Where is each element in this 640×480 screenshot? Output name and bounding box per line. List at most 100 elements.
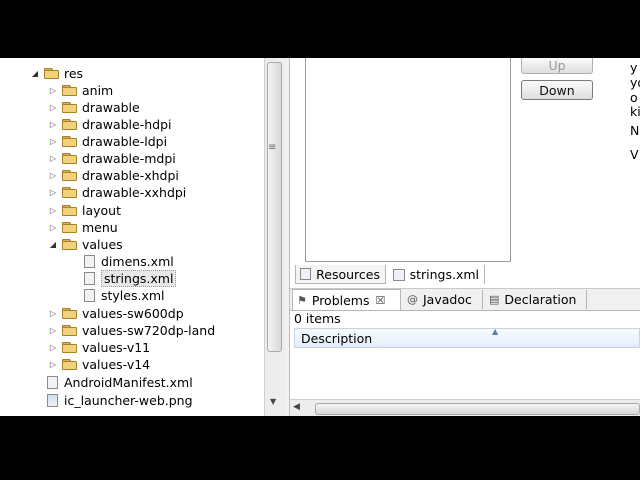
- column-header-label: Description: [301, 331, 373, 346]
- tree-item-label: values: [82, 237, 123, 252]
- expand-arrow-icon[interactable]: ▷: [48, 309, 58, 318]
- description-column-header[interactable]: Description ▲: [294, 327, 640, 348]
- tree-item-res[interactable]: ◢ res: [30, 65, 83, 82]
- description-text-fragment: yo: [630, 75, 640, 90]
- expand-arrow-icon[interactable]: ▷: [48, 206, 58, 215]
- expand-arrow-icon[interactable]: ▷: [48, 154, 58, 163]
- expand-arrow-icon[interactable]: ▷: [48, 171, 58, 180]
- folder-icon: [62, 153, 77, 164]
- tree-item-label: drawable-ldpi: [82, 134, 168, 149]
- folder-icon: [62, 102, 77, 113]
- tree-vertical-scrollbar[interactable]: ≡ ▼: [264, 58, 285, 416]
- image-file-icon: [47, 394, 58, 407]
- tree-item-values-sw720dp-land[interactable]: ▷ values-sw720dp-land: [48, 322, 215, 339]
- xml-file-icon: [84, 255, 95, 268]
- tree-item-drawable-xxhdpi[interactable]: ▷ drawable-xxhdpi: [48, 184, 186, 201]
- expand-arrow-icon[interactable]: ▷: [48, 103, 58, 112]
- xml-file-icon: [393, 268, 405, 281]
- tab-javadoc[interactable]: @ Javadoc: [403, 290, 483, 309]
- problems-view-tab-bar: ⚑ Problems ☒ @ Javadoc ▤ Declaration: [290, 289, 640, 311]
- tree-item-layout[interactable]: ▷ layout: [48, 202, 121, 219]
- tree-item-anim[interactable]: ▷ anim: [48, 82, 113, 99]
- editor-tab-bar: Resources strings.xml: [295, 265, 640, 285]
- resources-element-list[interactable]: [305, 58, 511, 262]
- tab-label: strings.xml: [409, 267, 479, 282]
- tree-item-menu[interactable]: ▷ menu: [48, 219, 118, 236]
- scroll-left-arrow-icon[interactable]: ◀: [293, 402, 300, 412]
- problems-horizontal-scrollbar[interactable]: ◀: [290, 399, 640, 416]
- tree-item-label: values-v11: [82, 340, 151, 355]
- tree-item-label: res: [64, 66, 84, 81]
- tree-item-label-selected: strings.xml: [101, 270, 177, 287]
- collapse-arrow-icon[interactable]: ◢: [30, 69, 40, 78]
- tree-item-label: AndroidManifest.xml: [64, 375, 193, 390]
- tree-item-values[interactable]: ◢ values: [48, 236, 123, 253]
- folder-icon: [44, 68, 59, 79]
- scroll-down-arrow-icon[interactable]: ▼: [270, 397, 276, 406]
- eclipse-window: ◢ res ▷ anim ▷ drawable ▷ drawable-hdpi …: [0, 58, 640, 416]
- tree-item-drawable-hdpi[interactable]: ▷ drawable-hdpi: [48, 116, 172, 133]
- problems-icon: ⚑: [297, 293, 307, 307]
- expand-arrow-icon[interactable]: ▷: [48, 326, 58, 335]
- tree-item-values-v11[interactable]: ▷ values-v11: [48, 339, 150, 356]
- expand-arrow-icon[interactable]: ▷: [48, 360, 58, 369]
- tree-item-drawable-mdpi[interactable]: ▷ drawable-mdpi: [48, 150, 176, 167]
- tree-item-label: drawable-xhdpi: [82, 168, 179, 183]
- tree-item-values-v14[interactable]: ▷ values-v14: [48, 356, 150, 373]
- tree-item-drawable[interactable]: ▷ drawable: [48, 99, 140, 116]
- tab-label: Problems: [311, 292, 370, 308]
- folder-icon: [62, 119, 77, 130]
- folder-icon: [62, 308, 77, 319]
- expand-arrow-icon[interactable]: ▷: [48, 223, 58, 232]
- folder-icon: [62, 85, 77, 96]
- folder-icon: [62, 205, 77, 216]
- scrollbar-thumb[interactable]: [267, 62, 282, 352]
- down-button[interactable]: Down: [521, 80, 593, 100]
- tab-label: Resources: [316, 266, 380, 282]
- tab-problems[interactable]: ⚑ Problems ☒: [292, 289, 401, 310]
- problems-view: ⚑ Problems ☒ @ Javadoc ▤ Declaration 0 i…: [290, 288, 640, 416]
- sort-indicator-icon: ▲: [492, 327, 499, 336]
- tab-label: Javadoc: [423, 292, 472, 307]
- tree-item-styles-xml[interactable]: styles.xml: [82, 287, 165, 304]
- xml-file-icon: [84, 272, 95, 285]
- resources-editor: Up Down y yo o ki N V: [290, 58, 640, 288]
- tree-item-label: values-v14: [82, 357, 151, 372]
- tree-item-drawable-ldpi[interactable]: ▷ drawable-ldpi: [48, 133, 167, 150]
- description-text-fragment: ki: [630, 104, 640, 119]
- close-icon[interactable]: ☒: [376, 294, 386, 307]
- tree-item-strings-xml[interactable]: strings.xml: [82, 270, 177, 287]
- tab-resources[interactable]: Resources: [295, 265, 386, 284]
- resources-icon: [300, 268, 312, 280]
- expand-arrow-icon[interactable]: ▷: [48, 120, 58, 129]
- tree-item-label: anim: [82, 83, 114, 98]
- folder-icon: [62, 187, 77, 198]
- tree-item-label: drawable-xxhdpi: [82, 185, 187, 200]
- tree-item-label: styles.xml: [101, 288, 165, 303]
- tree-item-androidmanifest[interactable]: AndroidManifest.xml: [45, 374, 193, 391]
- sash-grip-icon[interactable]: ≡: [268, 142, 276, 153]
- folder-icon: [62, 136, 77, 147]
- expand-arrow-icon[interactable]: ▷: [48, 343, 58, 352]
- up-button[interactable]: Up: [521, 58, 593, 74]
- tree-item-drawable-xhdpi[interactable]: ▷ drawable-xhdpi: [48, 167, 179, 184]
- expand-arrow-icon[interactable]: ▷: [48, 188, 58, 197]
- javadoc-icon: @: [407, 293, 418, 306]
- folder-icon: [62, 222, 77, 233]
- collapse-arrow-icon[interactable]: ◢: [48, 240, 58, 249]
- tab-label: Declaration: [504, 292, 577, 307]
- tree-item-label: drawable: [82, 100, 140, 115]
- scrollbar-thumb[interactable]: [315, 403, 640, 415]
- description-text-fragment: o: [630, 90, 638, 105]
- expand-arrow-icon[interactable]: ▷: [48, 86, 58, 95]
- tab-declaration[interactable]: ▤ Declaration: [485, 290, 587, 309]
- expand-arrow-icon[interactable]: ▷: [48, 137, 58, 146]
- tree-item-label: layout: [82, 203, 122, 218]
- tree-item-label: drawable-mdpi: [82, 151, 176, 166]
- tree-item-label: values-sw600dp: [82, 306, 184, 321]
- tree-item-dimens-xml[interactable]: dimens.xml: [82, 253, 174, 270]
- tab-strings-xml[interactable]: strings.xml: [389, 265, 485, 284]
- tree-item-values-sw600dp[interactable]: ▷ values-sw600dp: [48, 305, 184, 322]
- declaration-icon: ▤: [489, 293, 500, 306]
- tree-item-ic-launcher-web[interactable]: ic_launcher-web.png: [45, 392, 193, 409]
